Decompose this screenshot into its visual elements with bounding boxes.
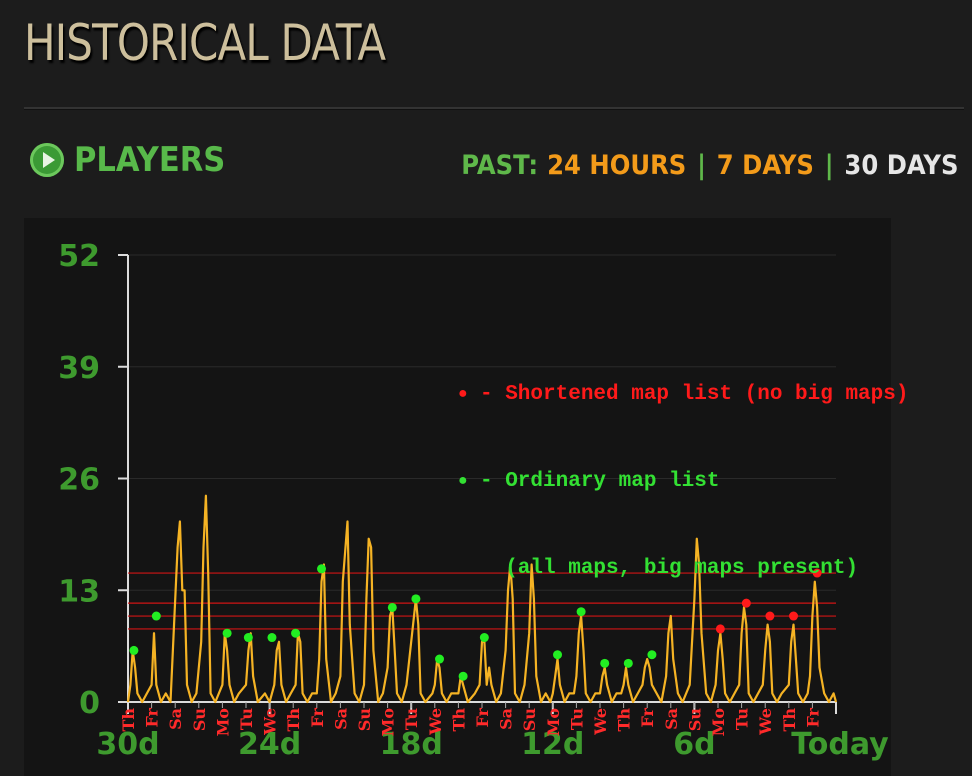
day-label: Sa <box>331 708 350 730</box>
legend-item-shortened: ● - Shortened map list (no big maps) <box>458 380 908 409</box>
green-marker <box>243 633 253 643</box>
day-label: Fr <box>803 707 822 727</box>
legend-green-text: - Ordinary map list <box>480 470 720 493</box>
green-marker <box>411 594 421 604</box>
day-label: Su <box>190 708 209 732</box>
green-marker <box>267 633 277 643</box>
day-label: Sa <box>662 708 681 730</box>
day-label: Tu <box>733 708 752 730</box>
day-label: Th <box>449 708 468 732</box>
y-tick-label: 39 <box>58 351 100 386</box>
green-marker <box>317 564 327 574</box>
legend-item-ordinary-detail: (all maps, big maps present) <box>458 554 908 583</box>
day-label: Th <box>284 708 303 732</box>
y-tick-label: 52 <box>58 239 100 274</box>
legend-red-text: - Shortened map list (no big maps) <box>480 383 909 406</box>
day-label: We <box>591 708 610 736</box>
green-marker <box>291 628 301 638</box>
day-label: We <box>261 708 280 736</box>
day-label: Mo <box>379 708 398 737</box>
y-tick-label: 0 <box>79 686 100 721</box>
legend-green-text-2: (all maps, big maps present) <box>480 557 859 580</box>
green-marker <box>479 633 489 643</box>
day-label: Su <box>355 708 374 732</box>
y-tick-label: 13 <box>58 574 100 609</box>
green-marker <box>129 645 139 655</box>
green-marker <box>600 658 610 668</box>
legend-green-dot: ● <box>458 472 468 490</box>
green-marker <box>151 611 161 621</box>
day-label: Th <box>780 708 799 732</box>
chart-legend: ● - Shortened map list (no big maps) ● - O… <box>458 322 908 612</box>
green-marker <box>553 650 563 660</box>
red-marker <box>765 611 775 621</box>
day-label: Mo <box>709 708 728 737</box>
legend-red-dot: ● <box>458 385 468 403</box>
day-label: We <box>426 708 445 736</box>
day-label: Mo <box>213 708 232 737</box>
x-major-label: Today <box>791 727 889 762</box>
day-label: Th <box>615 708 634 732</box>
day-label: Fr <box>308 707 327 727</box>
day-label: Tu <box>567 708 586 730</box>
green-marker <box>647 650 657 660</box>
day-label: Su <box>520 708 539 732</box>
day-label: Mo <box>544 708 563 737</box>
y-tick-label: 26 <box>58 463 100 498</box>
legend-item-ordinary: ● - Ordinary map list <box>458 467 908 496</box>
day-label: Fr <box>143 707 162 727</box>
green-marker <box>435 654 445 664</box>
green-marker <box>222 628 232 638</box>
green-marker <box>623 658 633 668</box>
green-marker <box>458 671 468 681</box>
red-marker <box>789 611 799 621</box>
day-label: Fr <box>473 707 492 727</box>
day-label: Th <box>119 708 138 732</box>
day-label: Tu <box>402 708 421 730</box>
day-label: Sa <box>497 708 516 730</box>
day-label: Fr <box>638 707 657 727</box>
day-label: Su <box>685 708 704 732</box>
green-marker <box>387 602 397 612</box>
day-label: We <box>756 708 775 736</box>
day-label: Sa <box>166 708 185 730</box>
red-marker <box>715 624 725 634</box>
day-label: Tu <box>237 708 256 730</box>
